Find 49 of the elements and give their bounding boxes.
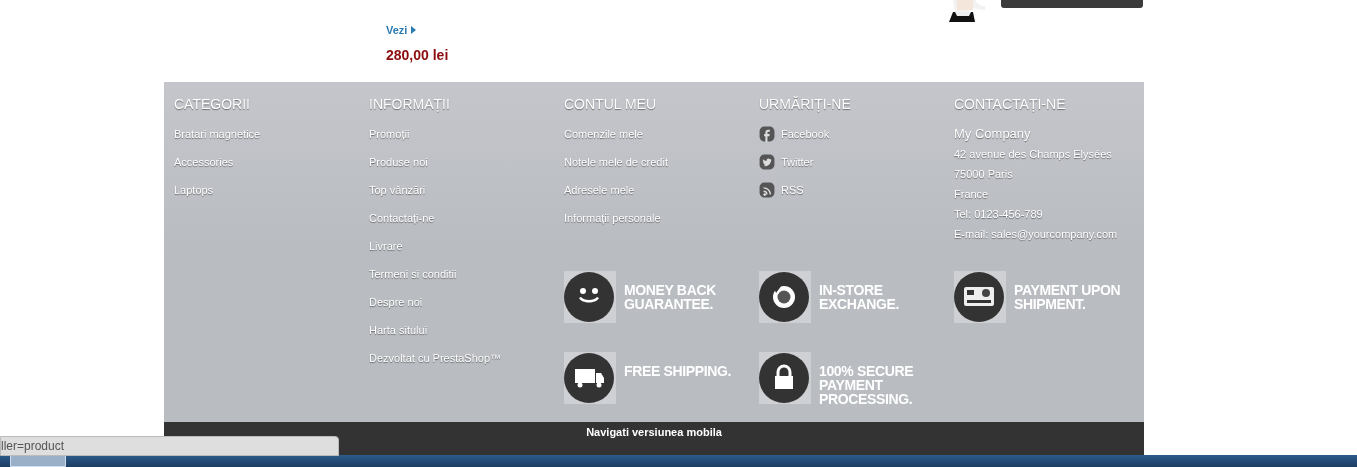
social-link[interactable]: Facebook <box>759 120 944 148</box>
column-title: URMĂRIȚI-NE <box>759 96 852 112</box>
footer-link[interactable]: Termeni si conditii <box>369 260 554 288</box>
column-title: CATEGORII <box>174 96 251 112</box>
column-title: INFORMAȚII <box>369 96 451 112</box>
contact-line: France <box>954 187 990 202</box>
footer-link[interactable]: Produse noi <box>369 148 554 176</box>
status-url: ller=product <box>1 438 65 455</box>
feature-label: MONEY BACK GUARANTEE. <box>624 283 717 311</box>
column-title: CONTUL MEU <box>564 96 658 112</box>
company-name: My Company <box>954 125 1032 143</box>
footer-link[interactable]: Promoții <box>369 120 554 148</box>
twitter-icon <box>759 154 775 170</box>
product-price: 280,00 lei <box>386 45 449 65</box>
facebook-icon <box>759 126 775 142</box>
footer-link[interactable]: Accessories <box>174 148 359 176</box>
footer-link[interactable]: Laptops <box>174 176 359 204</box>
rss-icon <box>759 182 775 198</box>
footer-link[interactable]: Harta sitului <box>369 316 554 344</box>
dark-button[interactable] <box>1001 0 1143 8</box>
feature-label: PAYMENT UPON SHIPMENT. <box>1014 283 1122 311</box>
footer-link[interactable]: Informații personale <box>564 204 749 232</box>
view-link[interactable]: Vezi <box>386 22 449 39</box>
footer-link[interactable]: Dezvoltat cu PrestaShop™ <box>369 344 554 372</box>
contact-line: E-mail: sales@yourcompany.com <box>954 227 1119 242</box>
caret-icon <box>411 26 417 35</box>
refresh-icon <box>759 271 811 323</box>
contact-line: 75000 Paris <box>954 167 1014 182</box>
footer-link[interactable]: Comenzile mele <box>564 120 749 148</box>
feature-label: FREE SHIPPING. <box>624 364 733 378</box>
lock-icon <box>759 352 811 404</box>
contact-line: 42 avenue des Champs Elysées <box>954 147 1113 162</box>
contact-line: Tel: 0123-456-789 <box>954 207 1044 222</box>
social-link[interactable]: Twitter <box>759 148 944 176</box>
column-title: CONTACTAȚI-NE <box>954 96 1067 112</box>
feature-label: IN-STORE EXCHANGE. <box>819 283 901 311</box>
payment-card-icon <box>954 271 1006 323</box>
feature-label: 100% SECURE PAYMENT PROCESSING. <box>819 364 915 406</box>
footer-link[interactable]: Top vânzări <box>369 176 554 204</box>
social-link[interactable]: RSS <box>759 176 944 204</box>
truck-icon <box>564 352 616 404</box>
footer-link[interactable]: Livrare <box>369 232 554 260</box>
footer-link[interactable]: Notele mele de credit <box>564 148 749 176</box>
footer-link[interactable]: Adresele mele <box>564 176 749 204</box>
mobile-version-link[interactable]: Navigati versiunea mobila <box>586 424 722 438</box>
footer-link[interactable]: Despre noi <box>369 288 554 316</box>
smiley-icon <box>564 271 616 323</box>
footer-link[interactable]: Contactați-ne <box>369 204 554 232</box>
footer-link[interactable]: Bratari magnetice <box>174 120 359 148</box>
